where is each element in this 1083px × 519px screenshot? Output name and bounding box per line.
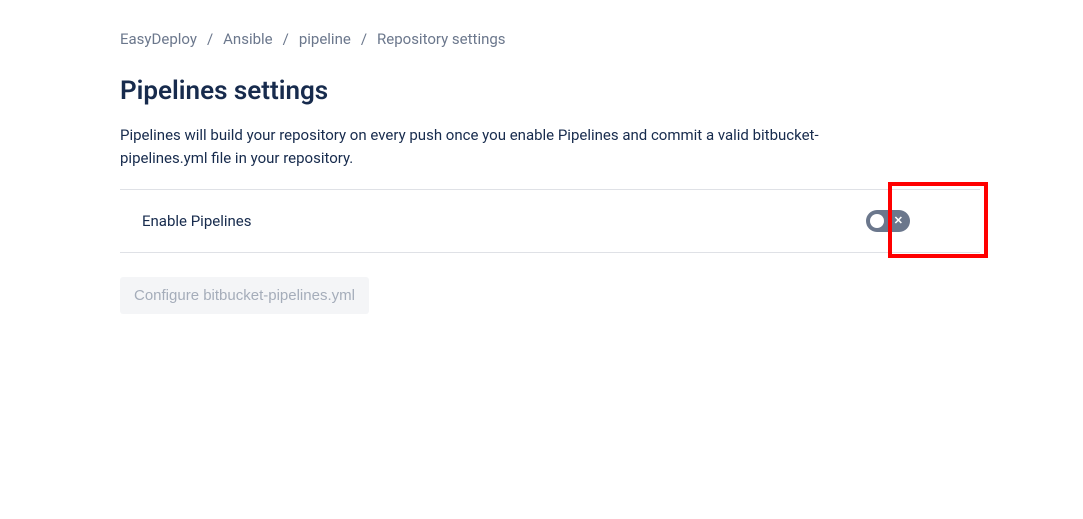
- breadcrumb-separator: /: [283, 30, 289, 48]
- breadcrumb-item-workspace[interactable]: EasyDeploy: [120, 30, 197, 48]
- breadcrumb-item-settings[interactable]: Repository settings: [377, 30, 506, 48]
- breadcrumb-separator: /: [207, 30, 213, 48]
- page-description: Pipelines will build your repository on …: [120, 124, 870, 171]
- breadcrumb-separator: /: [361, 30, 367, 48]
- configure-pipelines-button[interactable]: Configure bitbucket-pipelines.yml: [120, 277, 369, 314]
- breadcrumb: EasyDeploy / Ansible / pipeline / Reposi…: [120, 30, 1083, 48]
- enable-pipelines-toggle[interactable]: ✕: [866, 210, 910, 232]
- breadcrumb-item-repo[interactable]: pipeline: [299, 30, 351, 48]
- breadcrumb-item-project[interactable]: Ansible: [223, 30, 272, 48]
- x-icon: ✕: [894, 215, 903, 226]
- page-title: Pipelines settings: [120, 76, 1083, 106]
- toggle-knob-icon: [870, 214, 884, 228]
- enable-pipelines-row: Enable Pipelines ✕: [120, 189, 980, 253]
- enable-pipelines-label: Enable Pipelines: [142, 212, 251, 230]
